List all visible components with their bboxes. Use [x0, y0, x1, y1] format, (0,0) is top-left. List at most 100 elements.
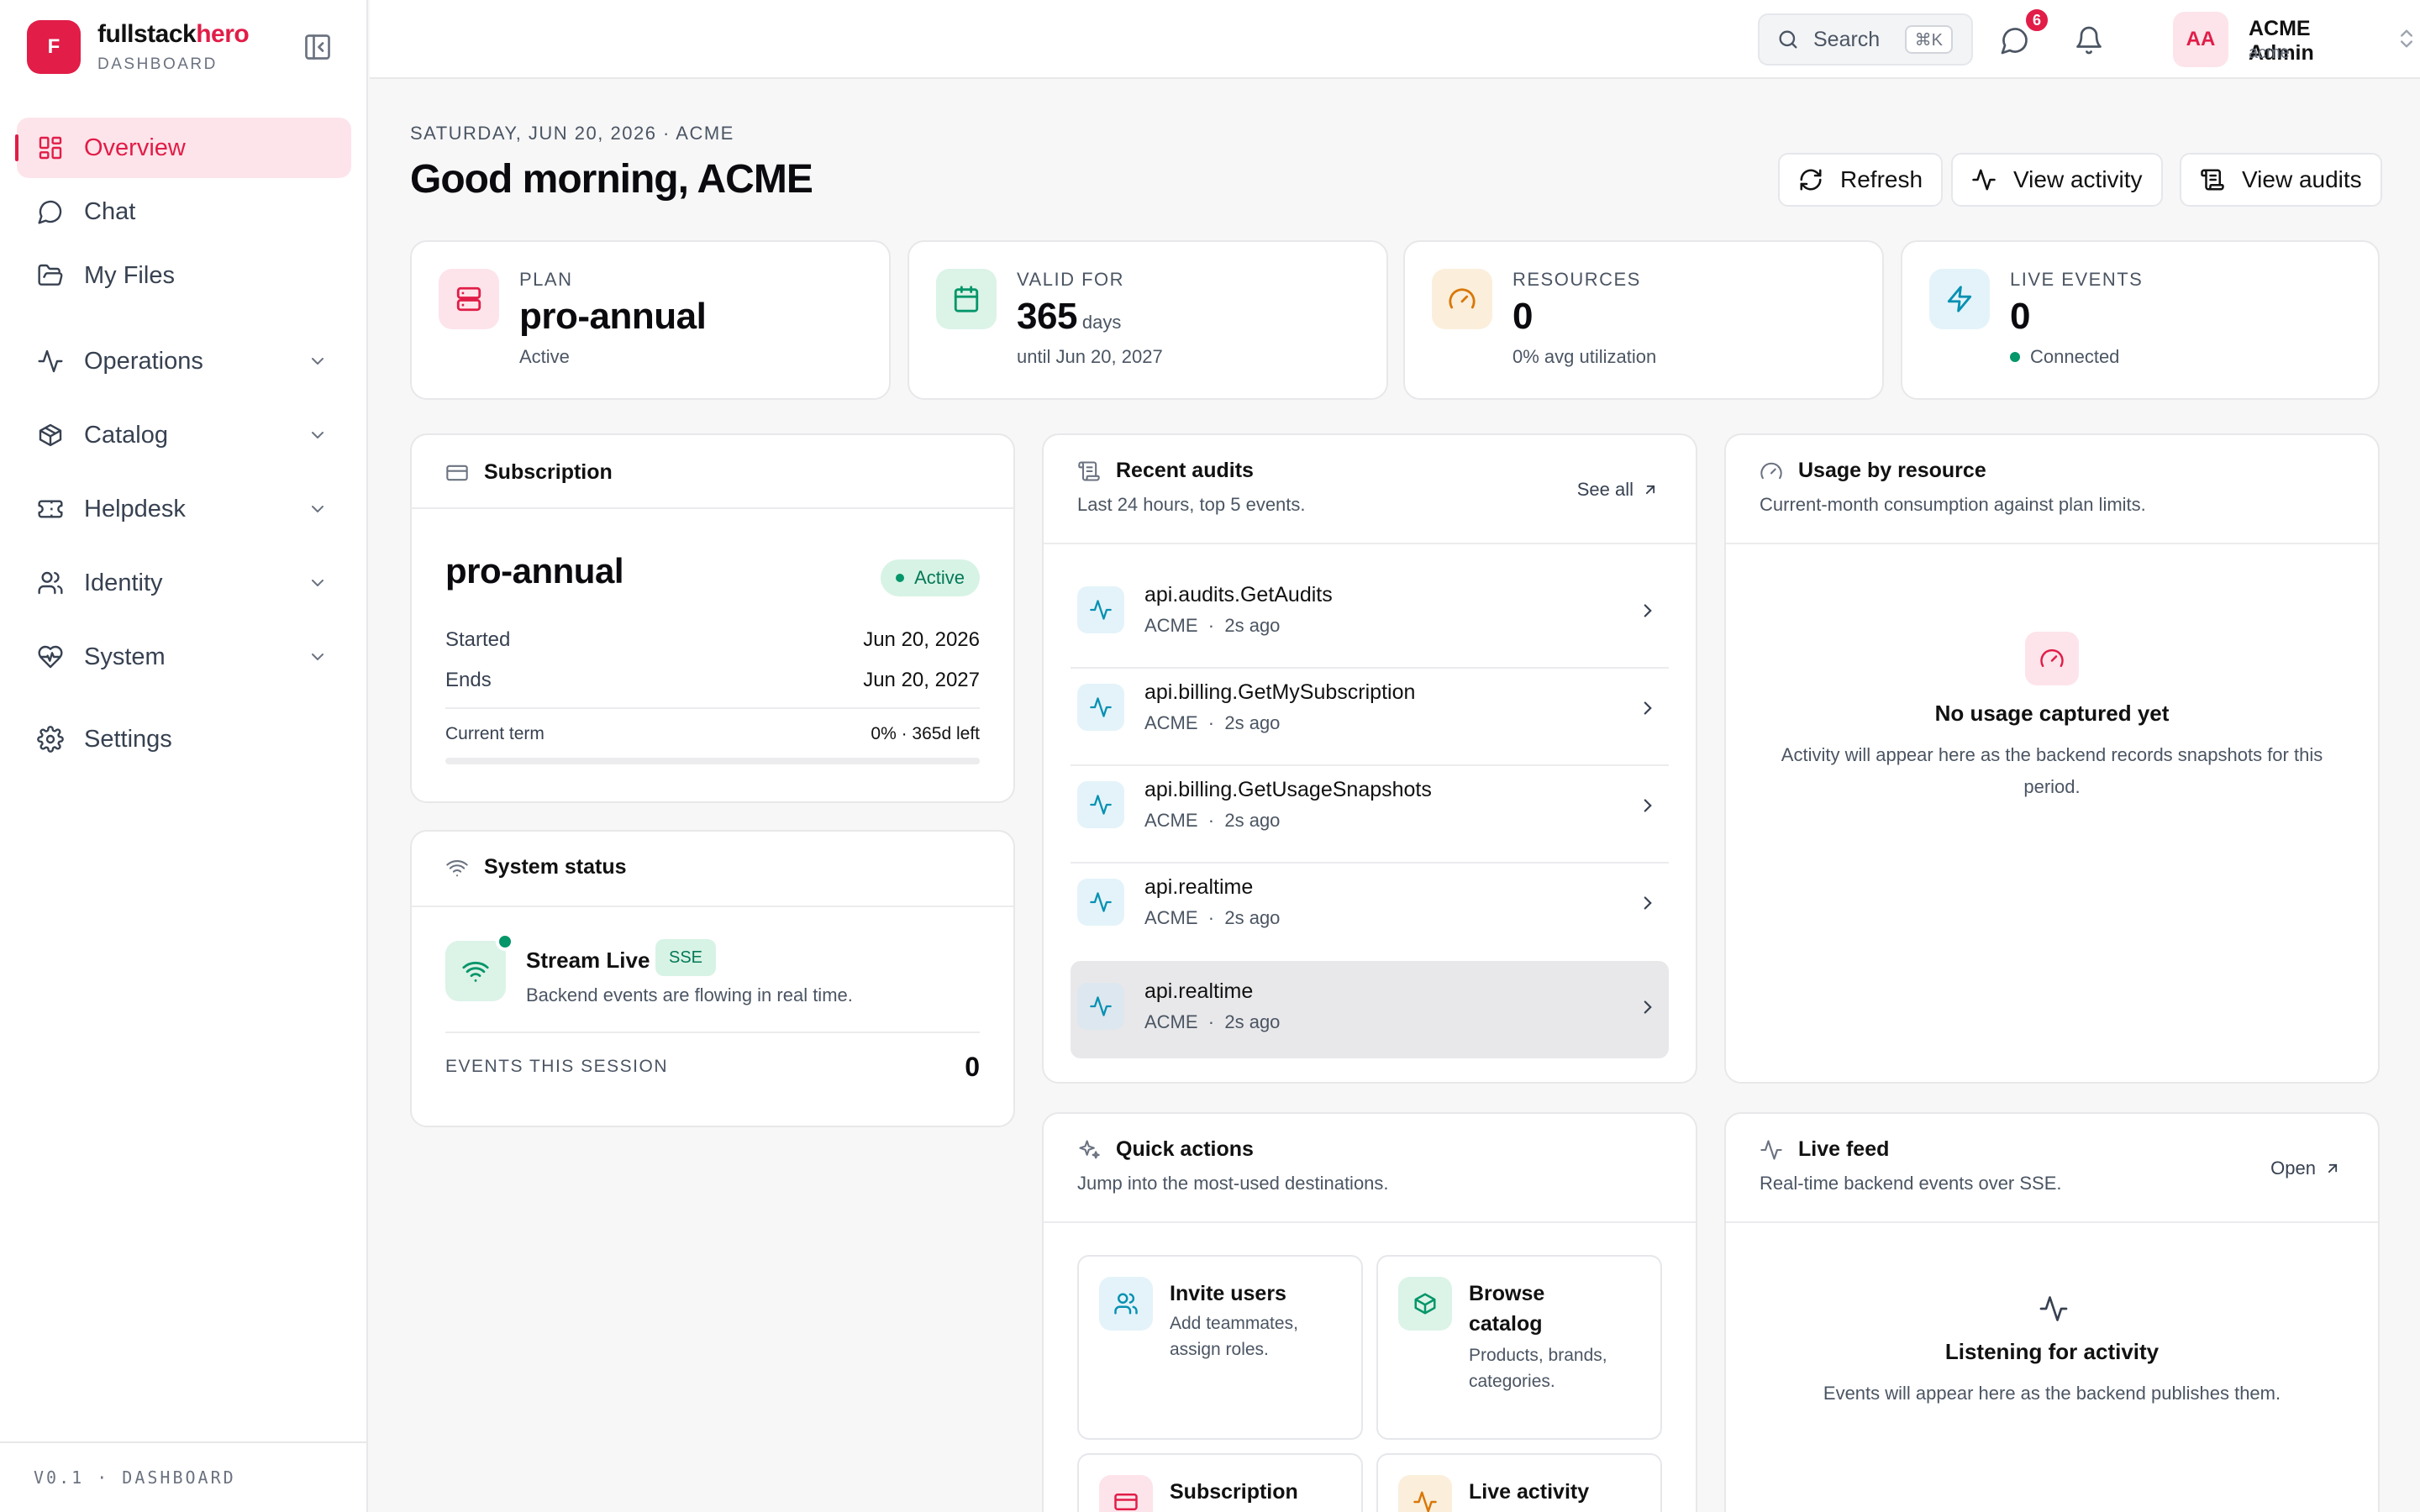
brand-name: fullstackhero: [97, 20, 250, 48]
ticket-icon: [37, 496, 64, 522]
audit-row[interactable]: api.realtime ACME · 2s ago: [1071, 961, 1669, 1058]
see-all-link[interactable]: See all: [1577, 479, 1659, 501]
sidebar-item-label: Settings: [84, 725, 172, 753]
avatar[interactable]: AA: [2173, 12, 2228, 67]
package-icon: [37, 422, 64, 449]
subscription-panel: Subscription pro-annual Active Started Ju…: [410, 433, 1015, 803]
view-activity-button[interactable]: View activity: [1951, 153, 2163, 207]
gauge-icon: [1760, 459, 1798, 483]
activity-icon: [2039, 1294, 2069, 1324]
sidebar-item-identity[interactable]: Identity: [17, 546, 351, 620]
panel-subtitle: Current-month consumption against plan l…: [1760, 494, 2146, 515]
sidebar-item-operations[interactable]: Operations: [17, 324, 351, 398]
scroll-text-icon: [1077, 459, 1116, 483]
quick-actions-panel: Quick actions Jump into the most-used de…: [1042, 1112, 1697, 1512]
events-count: 0: [965, 1052, 980, 1082]
sidebar-item-label: System: [84, 643, 166, 670]
credit-card-icon: [1099, 1475, 1153, 1512]
stat-sub: Active: [519, 346, 570, 367]
sidebar-item-settings[interactable]: Settings: [17, 702, 351, 776]
chevron-right-icon: [1637, 892, 1659, 914]
empty-state-title: No usage captured yet: [1934, 701, 2170, 726]
stat-sub: 0% avg utilization: [1512, 346, 1657, 367]
events-label: EVENTS THIS SESSION: [445, 1057, 669, 1076]
subscription-tile[interactable]: Subscription: [1077, 1453, 1363, 1512]
gauge-icon: [2025, 632, 2079, 685]
sidebar-item-helpdesk[interactable]: Helpdesk: [17, 472, 351, 546]
sidebar-item-label: My Files: [84, 261, 175, 289]
activity-icon: [1971, 167, 2013, 192]
search-label: Search: [1813, 27, 1881, 51]
scroll-text-icon: [2200, 167, 2242, 192]
sparkles-icon: [1077, 1138, 1116, 1162]
refresh-button[interactable]: Refresh: [1778, 153, 1944, 207]
sidebar-item-label: Chat: [84, 197, 136, 225]
activity-icon: [1077, 684, 1124, 731]
system-status-panel: System status Stream Live SSE Backend ev…: [410, 830, 1015, 1127]
chevron-down-icon: [308, 351, 328, 371]
arrow-up-right-icon: [2316, 1160, 2341, 1177]
sidebar-item-chat[interactable]: Chat: [17, 181, 351, 242]
audit-name: api.audits.GetAudits: [1144, 583, 1333, 606]
panel-title: System status: [484, 855, 627, 879]
chevron-right-icon: [1637, 697, 1659, 719]
sse-tag: SSE: [655, 939, 717, 976]
chevrons-up-down-icon[interactable]: [2395, 27, 2418, 50]
audit-name: api.realtime: [1144, 875, 1254, 899]
users-icon: [1099, 1277, 1153, 1331]
recent-audits-panel: Recent audits Last 24 hours, top 5 event…: [1042, 433, 1697, 1084]
term-progress-bar: [445, 758, 980, 764]
arrow-up-right-icon: [1634, 481, 1659, 498]
chevron-down-icon: [308, 573, 328, 593]
status-dot: [2010, 352, 2020, 362]
stat-card-resources: RESOURCES 0 0% avg utilization: [1403, 240, 1884, 400]
stat-value: pro-annual: [519, 296, 707, 337]
sidebar-item-label: Identity: [84, 569, 163, 596]
open-live-feed-link[interactable]: Open: [2270, 1158, 2341, 1179]
audit-row[interactable]: api.billing.GetMySubscription ACME · 2s …: [1071, 662, 1669, 759]
live-feed-panel: Live feed Real-time backend events over …: [1724, 1112, 2380, 1512]
sidebar-item-label: Operations: [84, 347, 203, 375]
sidebar-item-system[interactable]: System: [17, 620, 351, 694]
panel-title: Quick actions: [1116, 1137, 1254, 1161]
messages-icon[interactable]: [2000, 25, 2030, 55]
tile-title: Live activity: [1469, 1480, 1590, 1504]
sidebar-item-my-files[interactable]: My Files: [17, 245, 351, 306]
stat-label: RESOURCES: [1512, 269, 1641, 290]
chevron-right-icon: [1637, 795, 1659, 816]
version-footer: V0.1 · DASHBOARD: [0, 1441, 366, 1512]
wifi-icon: [445, 856, 484, 879]
brand[interactable]: F fullstackhero DASHBOARD: [27, 20, 250, 74]
brand-subtitle: DASHBOARD: [97, 55, 218, 73]
stat-value: 365 days: [1017, 296, 1122, 337]
activity-icon: [1077, 781, 1124, 828]
usage-panel: Usage by resource Current-month consumpt…: [1724, 433, 2380, 1084]
wifi-icon: [445, 941, 506, 1001]
bell-icon[interactable]: [2074, 25, 2104, 55]
search-button[interactable]: Search ⌘K: [1758, 13, 1973, 66]
empty-state-text: Activity will appear here as the backend…: [1781, 744, 2323, 797]
audit-row[interactable]: api.realtime ACME · 2s ago: [1071, 857, 1669, 954]
sidebar-collapse-icon[interactable]: [302, 32, 333, 62]
sidebar-item-label: Catalog: [84, 421, 168, 449]
panel-subtitle: Jump into the most-used destinations.: [1077, 1173, 1389, 1194]
invite-users-tile[interactable]: Invite users Add teammates, assign roles…: [1077, 1255, 1363, 1440]
tile-title: Invite users: [1170, 1282, 1286, 1305]
audit-name: api.billing.GetMySubscription: [1144, 680, 1416, 704]
audit-meta: ACME · 2s ago: [1144, 810, 1281, 831]
audit-row[interactable]: api.billing.GetUsageSnapshots ACME · 2s …: [1071, 759, 1669, 857]
chevron-right-icon: [1637, 996, 1659, 1018]
live-activity-tile[interactable]: Live activity: [1376, 1453, 1662, 1512]
stream-description: Backend events are flowing in real time.: [526, 984, 853, 1005]
browse-catalog-tile[interactable]: Browse catalog Products, brands, categor…: [1376, 1255, 1662, 1440]
live-indicator: [496, 932, 514, 951]
audit-meta: ACME · 2s ago: [1144, 712, 1281, 733]
date-eyebrow: SATURDAY, JUN 20, 2026 · ACME: [410, 123, 734, 144]
empty-state-text: Events will appear here as the backend p…: [1823, 1383, 2281, 1404]
gear-icon: [37, 726, 64, 753]
audit-row[interactable]: api.audits.GetAudits ACME · 2s ago: [1071, 564, 1669, 662]
sidebar-item-catalog[interactable]: Catalog: [17, 398, 351, 472]
panel-title: Usage by resource: [1798, 459, 1986, 482]
view-audits-button[interactable]: View audits: [2180, 153, 2382, 207]
sidebar-item-overview[interactable]: Overview: [15, 118, 351, 178]
